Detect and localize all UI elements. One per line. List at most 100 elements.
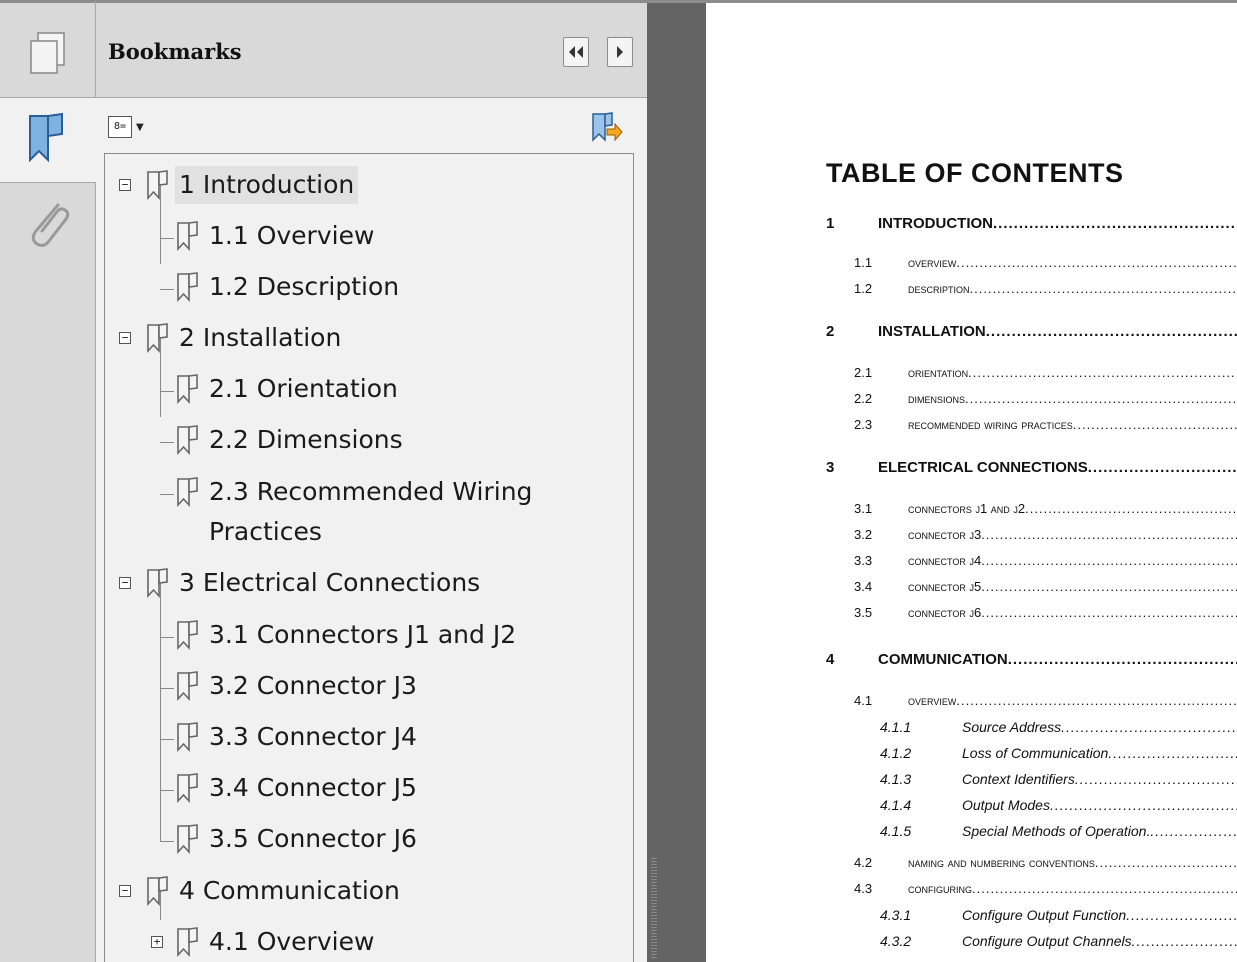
toc-text: Source Address (962, 719, 1062, 735)
expand-toggle-icon[interactable]: + (151, 936, 163, 948)
bookmark-label: 1.2 Description (209, 272, 400, 301)
toc-entry[interactable]: 4.1.1 Source Address (880, 719, 1237, 739)
toc-leader-dots (986, 323, 1237, 340)
bookmark-tree: 1 Introduction − 1.1 Overview 1.2 Descripti… (104, 153, 634, 962)
toc-entry[interactable]: 2.1 Orientation (854, 365, 1237, 385)
toc-entry[interactable]: 4.1.2 Loss of Communication (880, 745, 1237, 765)
bookmark-icon (175, 476, 205, 508)
toc-entry[interactable]: 4 COMMUNICATION (826, 651, 1237, 671)
bookmark-label: 1.1 Overview (209, 221, 375, 250)
toc-entry[interactable]: 3.1 Connectors J1 and J2 (854, 501, 1237, 521)
toc-entry[interactable]: 4.1 Overview (854, 693, 1237, 713)
tree-connector-line (160, 582, 161, 842)
bookmark-label: 3.4 Connector J5 (209, 773, 417, 802)
toc-entry[interactable]: 2.2 Dimensions (854, 391, 1237, 411)
toc-leader-dots (1061, 719, 1237, 735)
bookmark-label: 4.1 Overview (209, 927, 375, 956)
toc-entry[interactable]: 4.3.1 Configure Output Function (880, 907, 1237, 927)
bookmark-item-b23b[interactable]: Practices (205, 509, 326, 555)
bookmark-icon (145, 875, 175, 907)
goto-bookmark-button[interactable] (588, 109, 624, 145)
collapse-toggle-icon[interactable]: − (119, 332, 131, 344)
toc-entry[interactable]: 2 INSTALLATION (826, 323, 1237, 343)
panel-header: Bookmarks (96, 3, 647, 98)
toc-leader-dots (981, 579, 1237, 594)
tree-connector-line (160, 494, 174, 495)
tree-connector-line (160, 790, 174, 791)
bookmarks-tab[interactable] (0, 97, 97, 183)
bookmark-label: 1 Introduction (175, 166, 359, 204)
bookmark-item-b21[interactable]: 2.1 Orientation (175, 366, 402, 412)
toc-entry[interactable]: 4.1.5 Special Methods of Operation. (880, 823, 1237, 843)
collapse-panel-button[interactable] (563, 37, 589, 67)
toc-entry[interactable]: 3.3 Connector J4 (854, 553, 1237, 573)
right-arrow-icon (617, 46, 623, 58)
bookmark-item-b3[interactable]: 3 Electrical Connections (145, 560, 484, 606)
toc-number: 1.2 (854, 281, 873, 296)
toc-text: ELECTRICAL CONNECTIONS (878, 459, 1088, 476)
collapse-toggle-icon[interactable]: − (119, 179, 131, 191)
toc-number: 3.1 (854, 501, 873, 516)
toc-text: Output Modes (962, 797, 1050, 813)
bookmark-item-b4[interactable]: 4 Communication (145, 868, 404, 914)
toc-number: 4.1.5 (880, 823, 912, 839)
bookmark-options-icon: 8= (108, 116, 132, 138)
toc-entry[interactable]: 1.1 Overview (854, 255, 1237, 275)
bookmark-item-b41[interactable]: 4.1 Overview (175, 919, 378, 962)
toc-number: 4.1.4 (880, 797, 912, 813)
bookmark-item-b35[interactable]: 3.5 Connector J6 (175, 816, 421, 862)
collapse-toggle-icon[interactable]: − (119, 885, 131, 897)
toc-entry[interactable]: 4.3.2 Configure Output Channels (880, 933, 1237, 953)
bookmark-item-b22[interactable]: 2.2 Dimensions (175, 417, 407, 463)
toc-leader-dots (965, 391, 1237, 406)
toc-entry[interactable]: 4.1.4 Output Modes (880, 797, 1237, 817)
bookmark-icon (175, 220, 205, 252)
bookmark-options-button[interactable]: 8= ▼ (108, 113, 154, 141)
bookmark-item-b12[interactable]: 1.2 Description (175, 264, 403, 310)
navigation-rail (0, 0, 97, 962)
tree-connector-line (160, 391, 174, 392)
collapse-toggle-icon[interactable]: − (119, 577, 131, 589)
bookmark-item-b1[interactable]: 1 Introduction (145, 162, 359, 208)
toc-text: Context Identifiers (962, 771, 1075, 787)
toc-entry[interactable]: 1 INTRODUCTION (826, 215, 1237, 235)
toc-number: 2.3 (854, 417, 873, 432)
bookmark-icon (145, 169, 175, 201)
toc-text: Connector J6 (908, 605, 982, 620)
toc-text: INTRODUCTION (878, 215, 993, 232)
pages-icon[interactable] (14, 17, 82, 85)
paperclip-icon[interactable] (14, 191, 82, 259)
bookmark-icon (145, 567, 175, 599)
toc-entry[interactable]: 3 ELECTRICAL CONNECTIONS (826, 459, 1237, 479)
toc-text: Connector J3 (908, 527, 982, 542)
toc-entry[interactable]: 4.3 Configuring (854, 881, 1237, 901)
toc-leader-dots (993, 215, 1237, 232)
splitter-grip[interactable] (651, 858, 657, 958)
toc-entry[interactable]: 4.2 Naming and Numbering Conventions (854, 855, 1237, 875)
bookmark-item-b32[interactable]: 3.2 Connector J3 (175, 663, 421, 709)
toc-leader-dots (981, 605, 1237, 620)
bookmarks-panel: Bookmarks 8= ▼ 1 Introduction − 1.1 Overvi… (96, 0, 647, 962)
bookmark-item-b34[interactable]: 3.4 Connector J5 (175, 765, 421, 811)
toc-entry[interactable]: 3.2 Connector J3 (854, 527, 1237, 547)
bookmark-label: 4 Communication (179, 876, 400, 905)
bookmark-item-b31[interactable]: 3.1 Connectors J1 and J2 (175, 612, 520, 658)
toc-text: Special Methods of Operation. (962, 823, 1151, 839)
bookmark-item-b2[interactable]: 2 Installation (145, 315, 345, 361)
panel-splitter[interactable] (647, 0, 706, 962)
toc-title: TABLE OF CONTENTS (826, 158, 1124, 188)
toc-entry[interactable]: 1.2 Description (854, 281, 1237, 301)
toc-entry[interactable]: 2.3 Recommended Wiring Practices (854, 417, 1237, 437)
chevron-down-icon: ▼ (136, 121, 144, 133)
expand-panel-button[interactable] (607, 37, 633, 67)
bookmark-item-b33[interactable]: 3.3 Connector J4 (175, 714, 421, 760)
toc-entry[interactable]: 3.4 Connector J5 (854, 579, 1237, 599)
bookmark-label: Practices (209, 517, 322, 546)
bookmark-icon (175, 271, 205, 303)
toc-entry[interactable]: 3.5 Connector J6 (854, 605, 1237, 625)
bookmark-item-b11[interactable]: 1.1 Overview (175, 213, 378, 259)
tree-connector-line (160, 841, 174, 842)
toc-entry[interactable]: 4.1.3 Context Identifiers (880, 771, 1237, 791)
bookmark-label: 2.2 Dimensions (209, 425, 403, 454)
bookmark-icon (175, 619, 205, 651)
